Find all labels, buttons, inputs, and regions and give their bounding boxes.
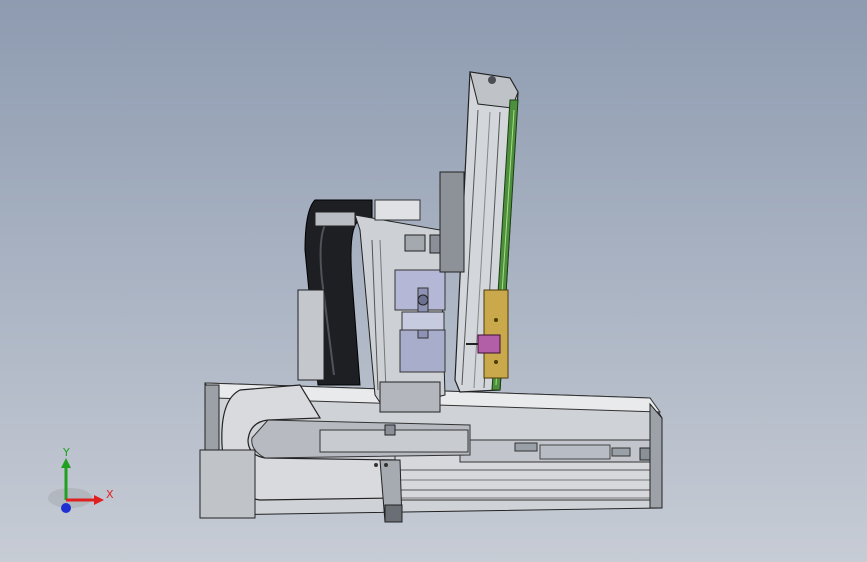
z-axis-dot bbox=[61, 503, 71, 513]
x-axis-label: X bbox=[106, 488, 114, 501]
cad-model-view[interactable] bbox=[0, 0, 867, 562]
graphics-viewport[interactable]: Y X bbox=[0, 0, 867, 562]
y-axis-head bbox=[61, 458, 71, 468]
coordinate-triad: Y X bbox=[48, 446, 114, 513]
motor-assembly[interactable] bbox=[394, 269, 446, 373]
y-axis-label: Y bbox=[62, 446, 70, 459]
x-axis-head bbox=[94, 495, 104, 505]
